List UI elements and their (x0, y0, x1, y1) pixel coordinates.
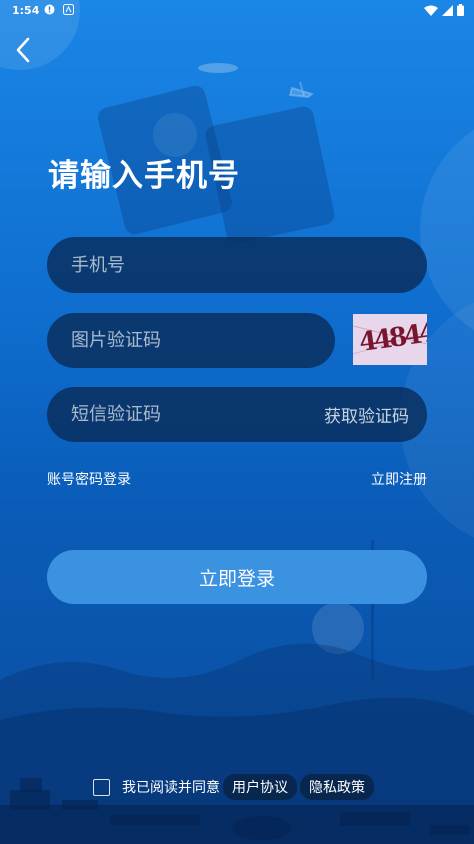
status-bar: 1:54 (0, 0, 474, 22)
wifi-icon (424, 5, 438, 19)
agreement-checkbox[interactable] (93, 778, 110, 796)
agreement-row: 我已阅读并同意 用户协议 隐私政策 (93, 774, 374, 800)
sms-code-field[interactable]: 获取验证码 (47, 387, 427, 442)
chevron-left-icon (16, 37, 30, 63)
privacy-policy-link[interactable]: 隐私政策 (300, 774, 374, 800)
phone-field[interactable] (47, 237, 427, 293)
battery-icon (457, 4, 464, 19)
phone-input[interactable] (69, 253, 405, 277)
status-time: 1:54 (12, 4, 40, 17)
status-notification-icons (44, 4, 74, 18)
back-button[interactable] (10, 34, 36, 66)
sms-code-input[interactable] (69, 403, 293, 426)
agreement-text: 我已阅读并同意 (122, 780, 220, 796)
captcha-image[interactable]: 44844 (353, 314, 427, 365)
login-button[interactable]: 立即登录 (47, 550, 427, 604)
register-link[interactable]: 立即注册 (371, 469, 427, 489)
signal-icon (442, 4, 453, 19)
user-agreement-link[interactable]: 用户协议 (223, 774, 297, 800)
status-system-icons (424, 4, 464, 19)
password-login-link[interactable]: 账号密码登录 (47, 469, 131, 489)
app-notification-icon (63, 4, 74, 18)
page-title: 请输入手机号 (48, 158, 240, 194)
alert-icon (44, 4, 55, 18)
get-code-button[interactable]: 获取验证码 (324, 402, 409, 427)
image-captcha-input[interactable] (69, 329, 313, 352)
image-captcha-field[interactable] (47, 313, 335, 368)
